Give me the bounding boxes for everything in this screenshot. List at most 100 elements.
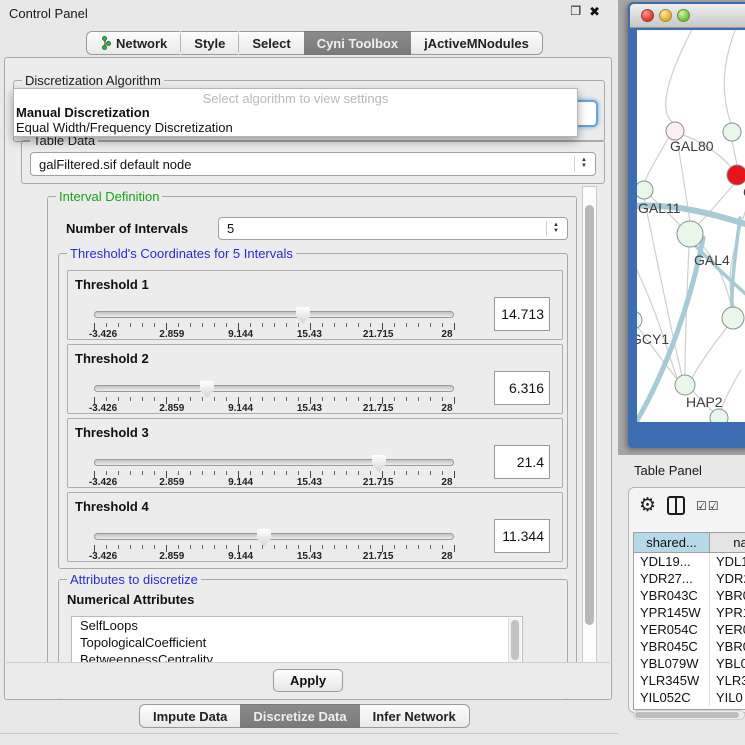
table-row[interactable]: YPR145WYPR1 [634, 604, 745, 621]
select-columns-icon[interactable]: ☑☑ [696, 499, 720, 513]
threshold-slider[interactable] [94, 533, 454, 540]
network-node-label: GAL80 [670, 138, 714, 154]
tab-label: Cyni Toolbox [317, 36, 398, 51]
threshold-value-field[interactable]: 6.316 [494, 371, 550, 405]
attribute-list-item[interactable]: TopologicalCoefficient [72, 634, 522, 651]
apply-button[interactable]: Apply [273, 669, 343, 692]
network-node[interactable] [710, 409, 728, 422]
network-node[interactable] [727, 165, 745, 185]
tab-jactivemnodules[interactable]: jActiveMNodules [411, 31, 543, 55]
algorithm-option[interactable]: Manual Discretization [15, 105, 576, 120]
minimize-traffic-light-icon[interactable] [659, 9, 672, 22]
tab-label: jActiveMNodules [424, 36, 529, 51]
table-column-header-name[interactable]: name [710, 533, 745, 552]
tab-style[interactable]: Style [181, 31, 238, 55]
table-row[interactable]: YBL079WYBL0 [634, 655, 745, 672]
float-window-icon[interactable]: ❐ [570, 4, 581, 20]
tab-impute-data[interactable]: Impute Data [139, 704, 240, 728]
table-cell[interactable]: YBR0 [710, 587, 745, 604]
threshold-slider[interactable] [94, 385, 454, 392]
table-row[interactable]: YLR345WYLR3 [634, 672, 745, 689]
table-cell[interactable]: YDL1 [710, 553, 745, 570]
table-cell[interactable]: YBR045C [634, 638, 710, 655]
network-view-window[interactable]: GAL80GAL11GAL4GCY1HAP2GCH [628, 2, 745, 448]
network-node[interactable] [675, 375, 695, 395]
table-row[interactable]: YIL052CYIL0 [634, 689, 745, 706]
network-canvas[interactable]: GAL80GAL11GAL4GCY1HAP2GCH [637, 30, 745, 422]
thresholds-group-title: Threshold's Coordinates for 5 Intervals [67, 246, 296, 261]
tab-infer-network[interactable]: Infer Network [360, 704, 470, 728]
threshold-slider[interactable] [94, 311, 454, 318]
numerical-attributes-list[interactable]: SelfLoopsTopologicalCoefficientBetweenne… [71, 616, 523, 668]
table-cell[interactable]: YBR0 [710, 638, 745, 655]
network-edge [721, 370, 741, 410]
table-cell[interactable]: YPR145W [634, 604, 710, 621]
tab-label: Discretize Data [253, 709, 346, 724]
table-cell[interactable]: YIL052C [634, 689, 710, 706]
control-panel-title: Control Panel [9, 6, 88, 21]
network-edge [724, 30, 737, 124]
network-node[interactable] [677, 221, 703, 247]
combo-spinner-icon[interactable]: ▲▼ [574, 156, 587, 171]
slider-thumb[interactable] [257, 529, 271, 546]
top-tab-bar: NetworkStyleSelect Cyni Toolbox jActiveMNo… [86, 31, 543, 55]
interval-group-title: Interval Definition [56, 189, 162, 204]
table-cell[interactable]: YBL079W [634, 655, 710, 672]
network-window-titlebar[interactable] [630, 4, 745, 28]
table-row[interactable]: YBR043CYBR0 [634, 587, 745, 604]
attributes-list-scrollbar[interactable] [508, 618, 521, 668]
tab-select[interactable]: Select [239, 31, 303, 55]
table-row[interactable]: YDL19...YDL1 [634, 553, 745, 570]
table-cell[interactable]: YDR2 [710, 570, 745, 587]
threshold-slider[interactable] [94, 459, 454, 466]
interval-definition-group: Interval Definition Number of Intervals … [47, 196, 577, 664]
zoom-traffic-light-icon[interactable] [677, 9, 690, 22]
table-row[interactable]: YBR045CYBR0 [634, 638, 745, 655]
tab-network[interactable]: Network [86, 31, 180, 55]
slider-thumb[interactable] [372, 455, 386, 472]
bottom-tab-bar: Impute Data Discretize Data Infer Network [139, 704, 470, 728]
table-cell[interactable]: YDL19... [634, 553, 710, 570]
table-panel: Table Panel ⚙ ☑☑ shared... name YDL19...… [618, 455, 745, 745]
threshold-value-field[interactable]: 14.713 [494, 297, 550, 331]
network-node[interactable] [637, 181, 653, 199]
table-cell[interactable]: YIL0 [710, 689, 745, 706]
table-row[interactable]: YDR27...YDR2 [634, 570, 745, 587]
close-window-icon[interactable]: ✖ [589, 4, 600, 20]
table-horizontal-scrollbar[interactable] [633, 710, 745, 720]
gear-icon[interactable]: ⚙ [639, 496, 656, 515]
network-node[interactable] [637, 311, 642, 329]
network-node[interactable] [722, 307, 744, 329]
threshold-value-field[interactable]: 11.344 [494, 519, 550, 553]
table-cell[interactable]: YDR27... [634, 570, 710, 587]
slider-thumb[interactable] [200, 381, 214, 398]
table-row[interactable]: YER054CYER0 [634, 621, 745, 638]
number-of-intervals-value: 5 [227, 221, 234, 236]
tab-discretize-data[interactable]: Discretize Data [240, 704, 359, 728]
number-of-intervals-label: Number of Intervals [66, 221, 188, 236]
table-cell[interactable]: YLR345W [634, 672, 710, 689]
close-traffic-light-icon[interactable] [641, 9, 654, 22]
tab-cyni-toolbox[interactable]: Cyni Toolbox [304, 31, 411, 55]
content-vertical-scrollbar[interactable] [582, 186, 597, 668]
number-of-intervals-combo[interactable]: 5 ▲▼ [218, 217, 568, 240]
table-column-header-shared-name[interactable]: shared... [634, 533, 710, 552]
table-cell[interactable]: YPR1 [710, 604, 745, 621]
slider-thumb[interactable] [296, 307, 310, 324]
attribute-list-item[interactable]: SelfLoops [72, 617, 522, 634]
table-cell[interactable]: YER0 [710, 621, 745, 638]
split-columns-icon[interactable] [667, 496, 685, 515]
table-cell[interactable]: YBL0 [710, 655, 745, 672]
table-cell[interactable]: YLR3 [710, 672, 745, 689]
network-node[interactable] [723, 123, 741, 141]
threshold-value-field[interactable]: 21.4 [494, 445, 550, 479]
table-cell[interactable]: YER054C [634, 621, 710, 638]
threshold-panel: Threshold 1-3.4262.8599.14415.4321.71528… [67, 270, 563, 340]
cyni-toolbox-content: Discretization Algorithm Table Data galF… [4, 57, 612, 700]
combo-spinner-icon[interactable]: ▲▼ [546, 221, 559, 236]
table-cell[interactable]: YBR043C [634, 587, 710, 604]
table-data-combo[interactable]: galFiltered.sif default node ▲▼ [30, 152, 596, 176]
table-data-combo-value: galFiltered.sif default node [39, 157, 191, 172]
algorithm-option[interactable]: Equal Width/Frequency Discretization [15, 120, 576, 135]
algorithm-group-title: Discretization Algorithm [22, 73, 164, 88]
